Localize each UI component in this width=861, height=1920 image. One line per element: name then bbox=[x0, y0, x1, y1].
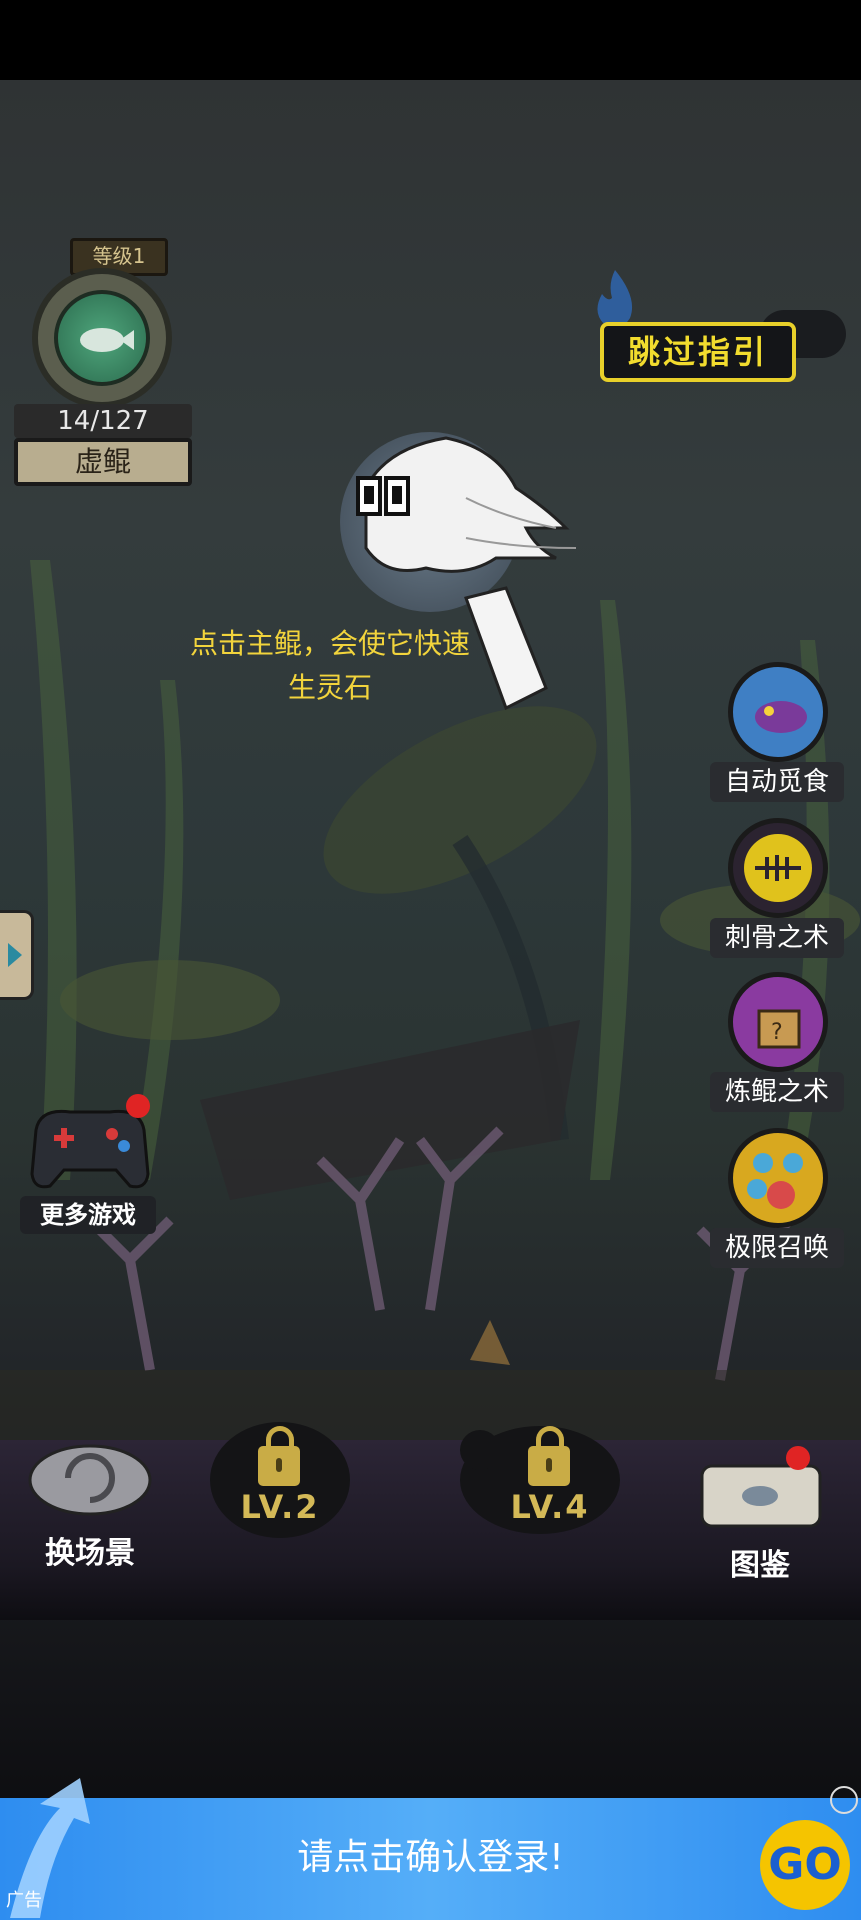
refine-kun-label: 炼鲲之术 bbox=[710, 1072, 844, 1112]
gamepad-icon bbox=[30, 1094, 150, 1189]
more-games-label: 更多游戏 bbox=[20, 1196, 156, 1234]
level-badge[interactable]: 等级1 14/127 虚鲲 bbox=[14, 238, 192, 488]
fish-bone-icon bbox=[728, 818, 828, 918]
scroll-icon bbox=[700, 1446, 822, 1528]
lock-level-lv4: LV.4 bbox=[510, 1488, 590, 1526]
tutorial-hint: 点击主鲲，会使它快速 生灵石 bbox=[150, 622, 510, 710]
game-screen: 等级1 14/127 虚鲲 跳过指引 点击主鲲，会使它快速 生灵石 自动觅食 刺… bbox=[0, 0, 861, 1920]
chevron-right-icon bbox=[8, 943, 22, 967]
codex-label: 图鉴 bbox=[730, 1548, 790, 1583]
level-ring bbox=[32, 268, 172, 408]
summon-button[interactable]: 极限召唤 bbox=[710, 1128, 844, 1278]
level-progress: 14/127 bbox=[14, 404, 192, 438]
fish-eating-icon bbox=[728, 662, 828, 762]
hint-line-1: 点击主鲲，会使它快速 bbox=[189, 627, 470, 660]
change-scene-button[interactable]: 换场景 bbox=[10, 1420, 170, 1590]
locked-slot-lv2[interactable]: LV.2 bbox=[200, 1410, 360, 1580]
kun-avatar bbox=[54, 290, 150, 386]
ad-go-button[interactable]: GO bbox=[760, 1820, 850, 1910]
ad-tag: 广告 bbox=[6, 1890, 42, 1911]
bone-art-button[interactable]: 刺骨之术 bbox=[710, 818, 844, 968]
bone-art-label: 刺骨之术 bbox=[710, 918, 844, 958]
fish-group-icon bbox=[728, 1128, 828, 1228]
ad-close-icon[interactable] bbox=[830, 1786, 858, 1814]
side-panel-toggle[interactable] bbox=[0, 910, 34, 1000]
more-games-button[interactable]: 更多游戏 bbox=[20, 1090, 160, 1234]
locked-slot-lv4[interactable]: LV.4 bbox=[460, 1410, 630, 1580]
lock-icon bbox=[528, 1426, 570, 1486]
auto-feed-button[interactable]: 自动觅食 bbox=[710, 662, 844, 812]
codex-button[interactable]: 图鉴 bbox=[680, 1440, 840, 1610]
skip-guide-button[interactable]: 跳过指引 bbox=[600, 322, 796, 382]
status-bar bbox=[0, 0, 861, 80]
lock-icon bbox=[258, 1426, 300, 1486]
svg-text:?: ? bbox=[771, 1020, 783, 1045]
ad-text: 请点击确认登录! bbox=[297, 1837, 564, 1878]
fish-icon bbox=[80, 328, 134, 352]
refine-kun-button[interactable]: ? 炼鲲之术 bbox=[710, 972, 844, 1122]
kun-name: 虚鲲 bbox=[14, 438, 192, 486]
summon-label: 极限召唤 bbox=[710, 1228, 844, 1268]
refresh-icon bbox=[28, 1444, 152, 1516]
lock-level-lv2: LV.2 bbox=[240, 1488, 320, 1526]
mystery-box-icon: ? bbox=[728, 972, 828, 1072]
change-scene-label: 换场景 bbox=[45, 1536, 135, 1571]
auto-feed-label: 自动觅食 bbox=[710, 762, 844, 802]
ad-banner[interactable]: 请点击确认登录! GO bbox=[0, 1778, 861, 1920]
hint-line-2: 生灵石 bbox=[287, 671, 372, 704]
